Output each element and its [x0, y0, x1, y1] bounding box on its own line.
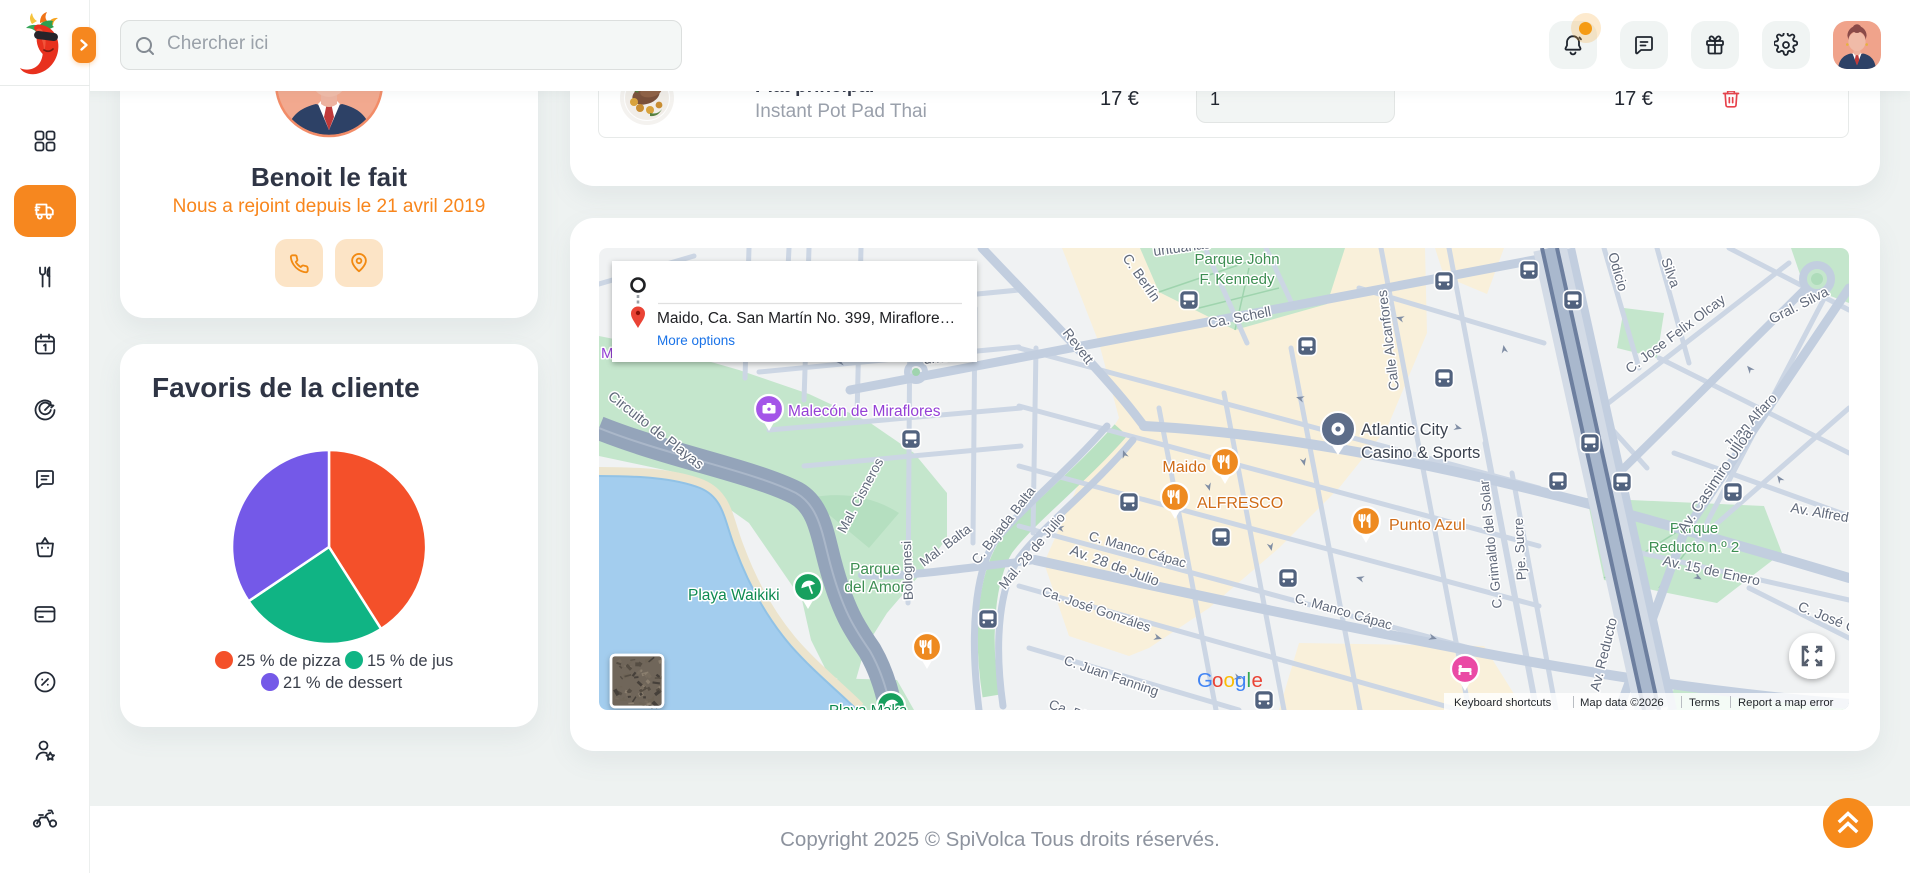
svg-text:Atlantic City: Atlantic City [1361, 421, 1449, 439]
svg-text:Terms: Terms [1689, 697, 1720, 709]
svg-text:l: l [1247, 669, 1252, 692]
svg-text:g: g [1235, 669, 1246, 692]
svg-text:Playa Waikiki: Playa Waikiki [688, 587, 780, 604]
svg-text:Bolognesi: Bolognesi [899, 541, 916, 601]
svg-text:15 % de jus: 15 % de jus [367, 652, 453, 670]
svg-text:21 % de dessert: 21 % de dessert [283, 674, 403, 692]
svg-text:F. Kennedy: F. Kennedy [1199, 271, 1275, 288]
svg-text:Parque: Parque [850, 561, 900, 578]
svg-text:Maido, Ca. San Martín No. 399,: Maido, Ca. San Martín No. 399, Miraflore… [657, 310, 955, 327]
svg-text:Report a map error: Report a map error [1738, 697, 1834, 709]
svg-text:Malecón de Miraflores: Malecón de Miraflores [788, 403, 941, 420]
svg-text:Maido: Maido [1162, 459, 1206, 476]
svg-text:Punto Azul: Punto Azul [1389, 517, 1466, 534]
svg-text:25 % de pizza: 25 % de pizza [237, 652, 341, 670]
svg-text:Map data ©2026: Map data ©2026 [1580, 697, 1664, 709]
svg-text:Keyboard shortcuts: Keyboard shortcuts [1454, 697, 1552, 709]
svg-text:o: o [1224, 669, 1235, 692]
svg-text:More options: More options [657, 333, 735, 348]
svg-text:ALFRESCO: ALFRESCO [1197, 495, 1283, 512]
svg-text:e: e [1252, 669, 1263, 692]
svg-text:Reducto n.º 2: Reducto n.º 2 [1649, 539, 1740, 556]
svg-text:Parque John: Parque John [1194, 251, 1279, 268]
svg-text:G: G [1197, 669, 1213, 692]
svg-text:o: o [1212, 669, 1223, 692]
svg-text:Casino & Sports: Casino & Sports [1361, 444, 1480, 462]
svg-text:Playa Maka: Playa Maka [829, 702, 908, 710]
svg-text:del Amor: del Amor [844, 579, 905, 596]
